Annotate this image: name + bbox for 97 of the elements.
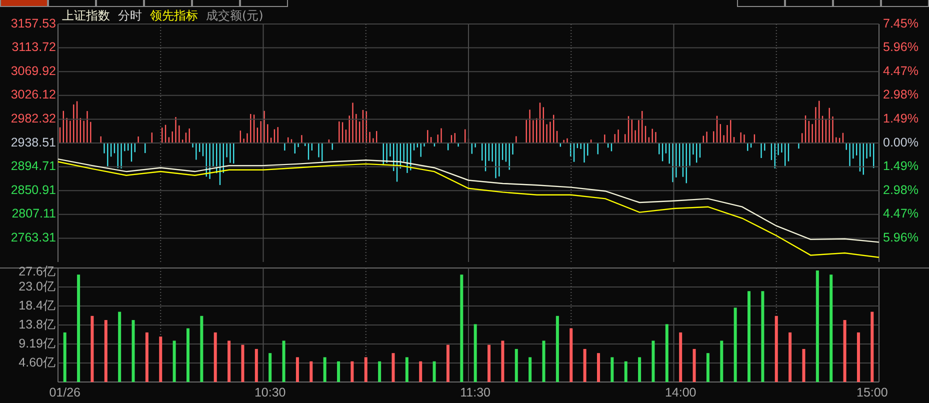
axis-label: 14:00 — [664, 385, 696, 400]
tab[interactable] — [48, 0, 96, 7]
volume-bar — [843, 320, 846, 382]
volume-bar — [774, 316, 778, 382]
legend-label: 领先指标 — [150, 8, 198, 22]
tab[interactable] — [144, 0, 192, 7]
axis-label: 2.98% — [883, 88, 918, 102]
axis-label: 2.98% — [883, 182, 918, 197]
axis-label: 2894.71 — [10, 159, 56, 174]
tab[interactable] — [833, 0, 881, 7]
volume-bar — [228, 340, 231, 382]
tab[interactable] — [785, 0, 833, 7]
volume-bar — [665, 324, 668, 382]
volume-bar — [720, 340, 724, 382]
volume-bar — [432, 361, 436, 382]
tab[interactable] — [192, 0, 240, 7]
volume-bar — [802, 348, 806, 382]
tab[interactable] — [96, 0, 144, 7]
volume-bar — [556, 316, 559, 382]
volume-bar — [214, 332, 217, 382]
axis-label: 01/26 — [49, 385, 80, 400]
axis-label: 3069.92 — [10, 64, 56, 78]
volume-bar — [405, 357, 408, 382]
axis-label: 3113.72 — [12, 40, 56, 54]
axis-label: 4.47% — [883, 64, 918, 78]
axis-label: 1.49% — [883, 112, 918, 126]
tab[interactable] — [240, 0, 288, 7]
volume-bar — [597, 353, 600, 382]
volume-bar — [624, 361, 628, 382]
volume-bar — [570, 328, 573, 382]
axis-label: 1.49% — [883, 159, 918, 174]
volume-bar — [583, 348, 586, 382]
volume-bar — [268, 353, 272, 382]
volume-bar — [692, 348, 696, 382]
volume-bar — [254, 348, 258, 382]
axis-label: 4.47% — [883, 206, 918, 221]
axis-label: 18.4亿 — [18, 298, 56, 312]
axis-label: 5.96% — [883, 230, 918, 244]
volume-bar — [501, 340, 504, 382]
axis-label: 2938.51 — [10, 135, 56, 150]
volume-bar — [296, 357, 299, 382]
volume-bar — [200, 316, 204, 382]
volume-bar — [282, 340, 286, 382]
axis-label: 2807.11 — [12, 206, 56, 221]
volume-bar — [104, 320, 108, 382]
volume-bar — [788, 332, 792, 382]
volume-bar — [337, 361, 340, 382]
axis-label: 13.8亿 — [18, 317, 56, 332]
axis-label: 11:30 — [460, 385, 491, 400]
volume-bar — [310, 361, 313, 382]
legend-label: 成交额(元) — [206, 8, 264, 22]
volume-bar — [856, 332, 860, 382]
volume-bar — [132, 320, 135, 382]
axis-label: 3026.12 — [10, 88, 56, 102]
volume-bar — [350, 361, 354, 382]
axis-label: 2763.31 — [10, 230, 56, 244]
volume-bar — [652, 340, 655, 382]
volume-bar — [870, 312, 874, 382]
axis-label: 23.0亿 — [18, 279, 56, 294]
volume-bar — [392, 353, 395, 382]
volume-bar — [528, 357, 532, 382]
volume-bar — [323, 357, 326, 382]
axis-label: 4.60亿 — [18, 355, 56, 370]
volume-bar — [638, 357, 642, 382]
volume-bar — [610, 357, 614, 382]
volume-bar — [63, 332, 66, 382]
tab[interactable] — [881, 0, 929, 7]
axis-label: 0.00% — [883, 135, 918, 150]
axis-label: 2982.32 — [10, 112, 56, 126]
tab[interactable] — [737, 0, 785, 7]
axis-label: 27.6亿 — [18, 264, 56, 278]
volume-bar — [474, 324, 477, 382]
volume-bar — [488, 344, 491, 382]
volume-bar — [542, 340, 546, 382]
volume-bar — [186, 328, 190, 382]
volume-bar — [145, 332, 148, 382]
volume-bar — [446, 344, 450, 382]
axis-label: 7.45% — [883, 16, 918, 30]
volume-bar — [514, 348, 518, 382]
axis-label: 5.96% — [883, 40, 918, 54]
volume-bar — [378, 361, 382, 382]
volume-bar — [159, 336, 162, 382]
axis-label: 2850.91 — [10, 182, 56, 197]
legend-label: 上证指数 — [62, 8, 110, 22]
axis-label: 3157.53 — [10, 16, 56, 30]
axis-label: 9.19亿 — [18, 336, 56, 350]
volume-bar — [241, 344, 244, 382]
legend-label: 分时 — [118, 8, 142, 22]
volume-bar — [679, 332, 682, 382]
axis-label: 10:30 — [254, 385, 286, 400]
volume-bar — [118, 312, 122, 382]
volume-bar — [90, 316, 94, 382]
axis-label: 15:00 — [856, 385, 888, 400]
volume-bar — [172, 340, 176, 382]
volume-bar — [419, 361, 422, 382]
volume-bar — [364, 357, 368, 382]
volume-bar — [706, 353, 710, 382]
